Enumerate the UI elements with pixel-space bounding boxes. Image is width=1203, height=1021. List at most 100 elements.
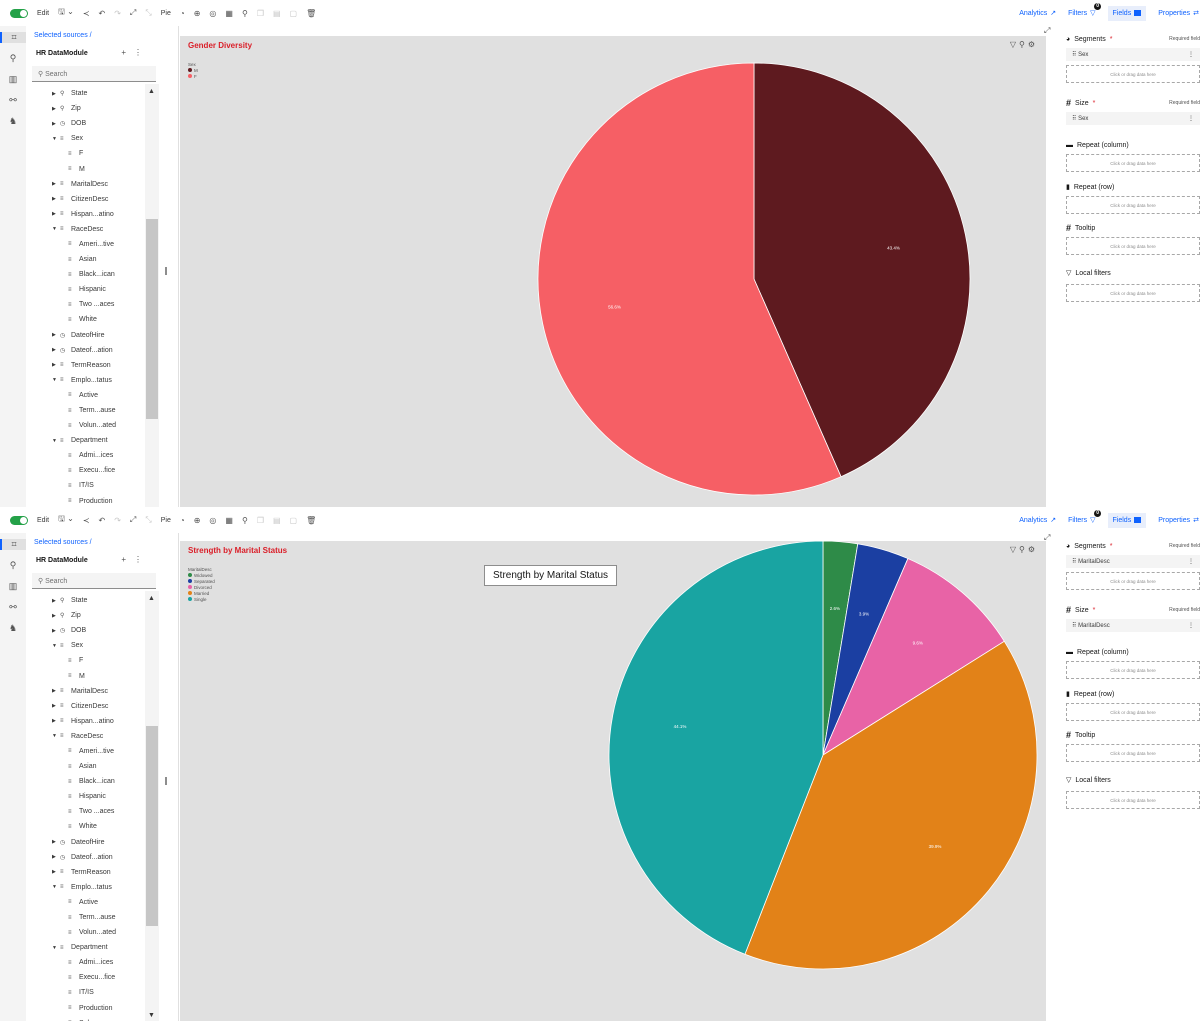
tree-item[interactable]: ≡ Term...ause — [26, 910, 146, 925]
tree-item[interactable]: ≡ Asian — [26, 252, 146, 267]
collapse-icon[interactable]: ⤡ — [145, 515, 151, 525]
tree-scrollbar[interactable]: ▲ ▼ — [145, 591, 159, 1021]
assistant-icon[interactable]: ♞ — [9, 116, 17, 127]
globe-icon[interactable]: ⊕ — [194, 9, 201, 18]
share-icon[interactable]: ≺ — [83, 9, 90, 18]
assistant-icon[interactable]: ♞ — [9, 623, 17, 634]
local-filters-drop-zone[interactable]: Click or drag data here — [1066, 284, 1200, 302]
pin-icon[interactable]: ⚲ — [242, 516, 248, 525]
chevron-right-icon[interactable]: ▶ — [52, 598, 60, 604]
visualizations-icon[interactable]: ▥ — [9, 581, 18, 592]
paste-icon[interactable]: ▤ — [273, 9, 281, 18]
relationships-icon[interactable]: ⚯ — [9, 602, 17, 613]
visualization-canvas[interactable]: Strength by Marital Status MaritalDesc W… — [180, 541, 1046, 1021]
tree-item[interactable]: ≡ Black...ican — [26, 774, 146, 789]
tree-item[interactable]: ▶ ≡ Hispan...atino — [26, 714, 146, 729]
chevron-right-icon[interactable]: ▶ — [52, 106, 60, 112]
tree-item[interactable]: ≡ Volun...ated — [26, 418, 146, 433]
tree-item[interactable]: ≡ Two ...aces — [26, 297, 146, 312]
tree-item[interactable]: ▼ ≡ Sex — [26, 638, 146, 653]
save-icon[interactable]: 🖫 ⌄ — [58, 6, 74, 20]
segments-drop-zone[interactable]: Click or drag data here — [1066, 572, 1200, 590]
tooltip-drop-zone[interactable]: Click or drag data here — [1066, 744, 1200, 762]
chevron-down-icon[interactable]: ▼ — [52, 226, 60, 232]
tree-item[interactable]: ≡ Black...ican — [26, 267, 146, 282]
tab-fields[interactable]: Fields — [1107, 5, 1147, 21]
tree-item[interactable]: ▼ ≡ RaceDesc — [26, 222, 146, 237]
segments-drop-zone[interactable]: Click or drag data here — [1066, 65, 1200, 83]
chevron-right-icon[interactable]: ▶ — [52, 703, 60, 709]
tree-item[interactable]: ▶ ≡ MaritalDesc — [26, 177, 146, 192]
breadcrumb[interactable]: Selected sources / — [34, 32, 92, 39]
tree-item[interactable]: ▶ ◷ DateofHire — [26, 835, 146, 850]
pie-icon[interactable]: ◔ — [180, 516, 185, 525]
scroll-up-icon[interactable]: ▲ — [148, 595, 155, 602]
share-icon[interactable]: ≺ — [83, 516, 90, 525]
repeat-row-drop-zone[interactable]: Click or drag data here — [1066, 703, 1200, 721]
chevron-right-icon[interactable]: ▶ — [52, 347, 60, 353]
tree-item[interactable]: ▼ ≡ Sex — [26, 131, 146, 146]
expand-icon[interactable]: ⤢ — [130, 8, 136, 18]
pin-icon[interactable]: ⚲ — [242, 9, 248, 18]
local-filters-drop-zone[interactable]: Click or drag data here — [1066, 791, 1200, 809]
redo-icon[interactable]: ↷ — [114, 9, 121, 18]
tab-properties[interactable]: Properties ⇄ — [1158, 9, 1199, 18]
pin-panel-icon[interactable]: ⤢ — [1044, 26, 1050, 36]
chevron-right-icon[interactable]: ▶ — [52, 628, 60, 634]
pin-nav-icon[interactable]: ⚲ — [10, 53, 17, 64]
tab-fields[interactable]: Fields — [1107, 512, 1147, 528]
scroll-down-icon[interactable]: ▼ — [148, 1012, 155, 1019]
edit-toggle[interactable] — [10, 515, 28, 525]
tab-properties[interactable]: Properties ⇄ — [1158, 516, 1199, 525]
tree-item[interactable]: ▶ ⚲ Zip — [26, 608, 146, 623]
scroll-thumb[interactable] — [146, 726, 158, 926]
tree-item[interactable]: ▶ ≡ CitizenDesc — [26, 699, 146, 714]
search-input[interactable]: ⚲ Search — [32, 573, 156, 589]
grid-icon[interactable]: ▦ — [225, 516, 233, 525]
visualization-canvas[interactable]: Gender Diversity Sex MF ▽⚲⚙ 43.4% 56.6% — [180, 36, 1046, 507]
tree-item[interactable]: ▶ ⚲ State — [26, 86, 146, 101]
tree-item[interactable]: ≡ IT/IS — [26, 985, 146, 1000]
pie-icon[interactable]: ◔ — [180, 9, 185, 18]
undo-icon[interactable]: ↶ — [99, 9, 106, 18]
tab-analytics[interactable]: Analytics ↗ — [1019, 516, 1056, 525]
tree-item[interactable]: ≡ Production — [26, 494, 146, 507]
repeat-column-drop-zone[interactable]: Click or drag data here — [1066, 661, 1200, 679]
tab-filters[interactable]: Filters ▽ 0 — [1068, 3, 1102, 17]
panel-splitter[interactable] — [165, 26, 179, 507]
comment-icon[interactable]: ▢ — [290, 516, 298, 525]
collapse-icon[interactable]: ⤡ — [145, 8, 151, 18]
tree-item[interactable]: ≡ F — [26, 146, 146, 161]
redo-icon[interactable]: ↷ — [114, 516, 121, 525]
tree-item[interactable]: ≡ M — [26, 161, 146, 176]
pie-chart[interactable]: 2.6% 3.9% 9.6% 39.9% 44.1% — [180, 541, 1046, 1021]
tree-item[interactable]: ▼ ≡ Emplo...tatus — [26, 880, 146, 895]
tree-item[interactable]: ≡ White — [26, 819, 146, 834]
target-icon[interactable]: ◎ — [209, 516, 216, 525]
viz-type-label[interactable]: Pie — [161, 10, 171, 17]
chevron-down-icon[interactable]: ▼ — [52, 884, 60, 890]
globe-icon[interactable]: ⊕ — [194, 516, 201, 525]
delete-icon[interactable]: 🗑 — [306, 516, 316, 525]
tree-item[interactable]: ▶ ≡ TermReason — [26, 358, 146, 373]
edit-toggle[interactable] — [10, 8, 28, 18]
breadcrumb[interactable]: Selected sources / — [34, 539, 92, 546]
chevron-right-icon[interactable]: ▶ — [52, 211, 60, 217]
tree-item[interactable]: ≡ Hispanic — [26, 789, 146, 804]
tree-item[interactable]: ≡ F — [26, 653, 146, 668]
tree-item[interactable]: ▶ ◷ Dateof...ation — [26, 850, 146, 865]
repeat-row-drop-zone[interactable]: Click or drag data here — [1066, 196, 1200, 214]
delete-icon[interactable]: 🗑 — [306, 9, 316, 18]
tree-item[interactable]: ≡ White — [26, 312, 146, 327]
tree-item[interactable]: ≡ Term...ause — [26, 403, 146, 418]
tree-item[interactable]: ▶ ≡ Hispan...atino — [26, 207, 146, 222]
tree-item[interactable]: ▶ ≡ MaritalDesc — [26, 684, 146, 699]
tree-item[interactable]: ≡ IT/IS — [26, 478, 146, 493]
panel-splitter[interactable] — [165, 533, 179, 1021]
chevron-right-icon[interactable]: ▶ — [52, 718, 60, 724]
pin-panel-icon[interactable]: ⤢ — [1044, 533, 1050, 543]
tree-item[interactable]: ▼ ≡ Department — [26, 433, 146, 448]
tree-item[interactable]: ≡ Active — [26, 388, 146, 403]
comment-icon[interactable]: ▢ — [290, 9, 298, 18]
copy-icon[interactable]: ❐ — [257, 516, 264, 525]
